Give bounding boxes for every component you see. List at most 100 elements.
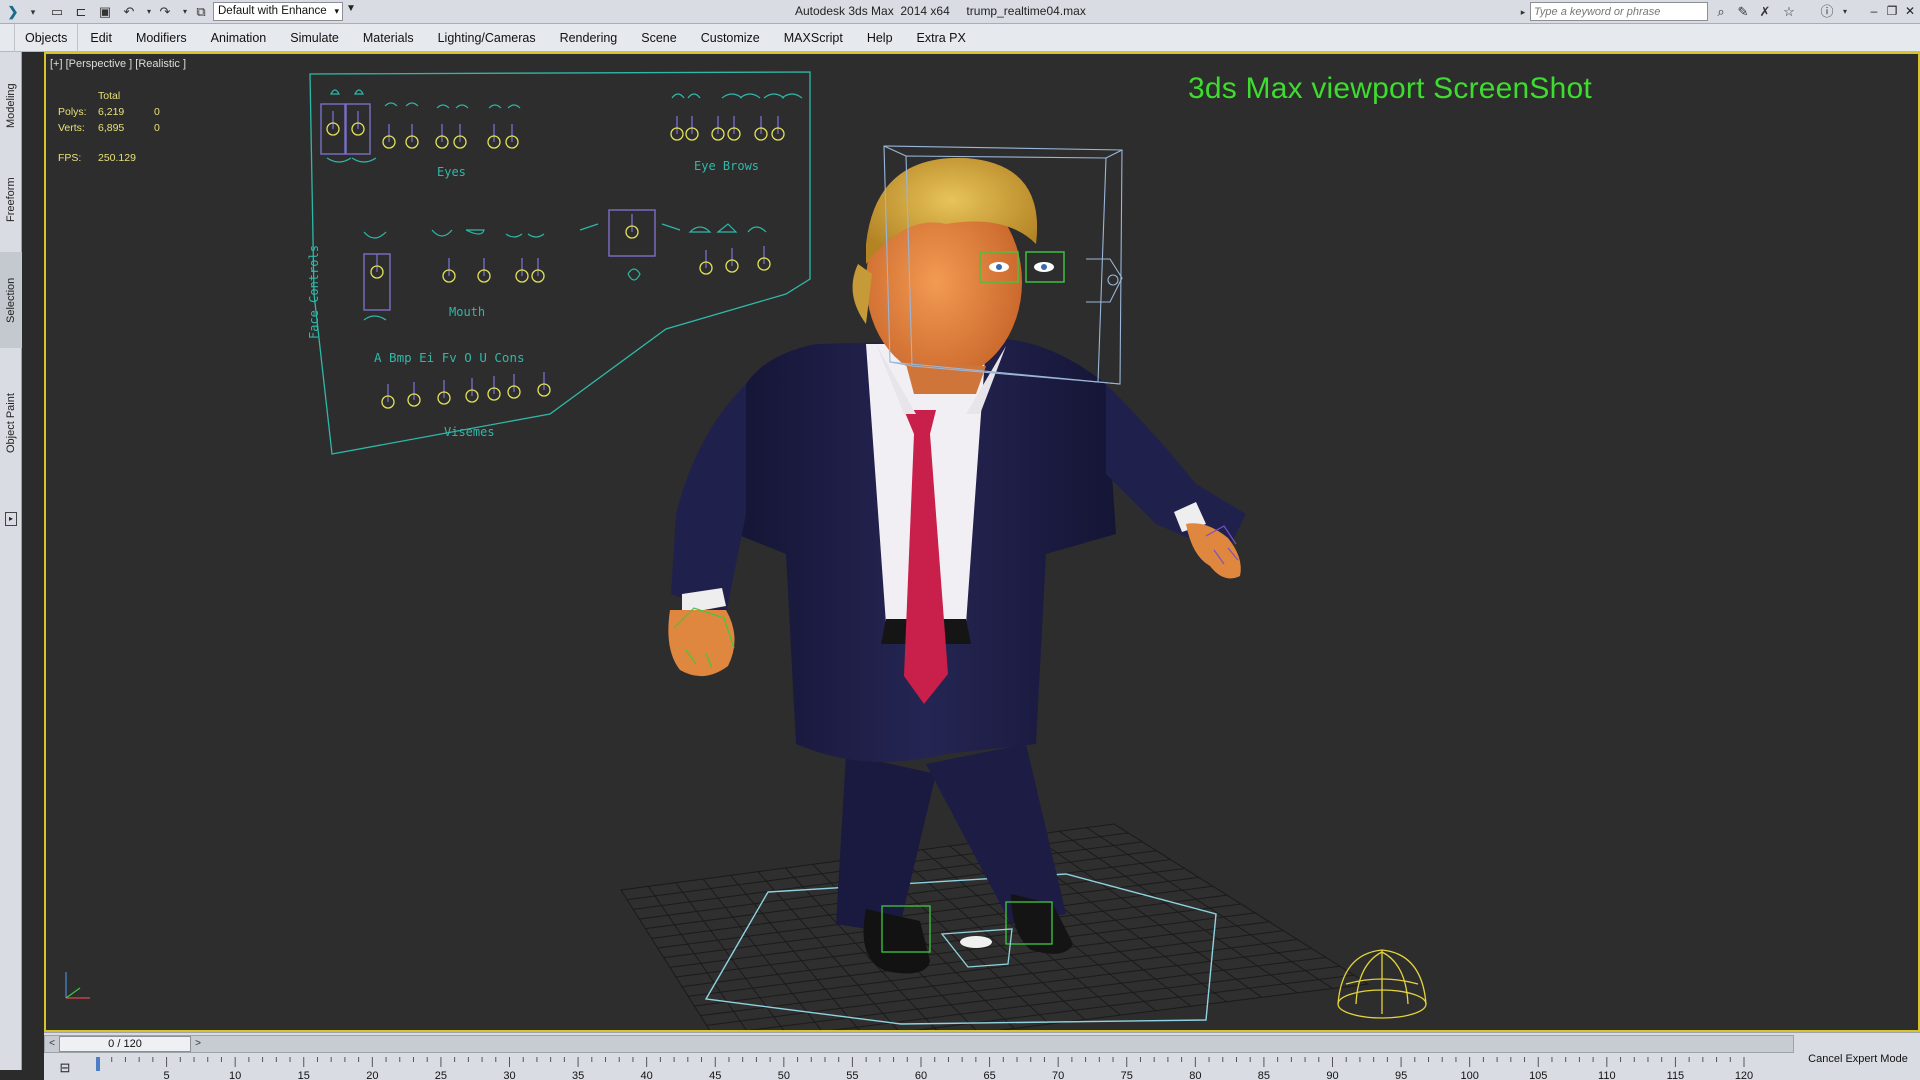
fps-value: 250.129 [98, 152, 136, 164]
menu-lighting-cameras[interactable]: Lighting/Cameras [426, 24, 548, 52]
menu-materials[interactable]: Materials [351, 24, 426, 52]
viewport-label[interactable]: [+] [Perspective ] [Realistic ] [50, 58, 186, 70]
timeline-tick-label: 55 [846, 1070, 858, 1080]
ribbon-toggle-icon[interactable]: ▸ [5, 512, 17, 526]
mouth-label: Mouth [449, 305, 485, 319]
menu-help[interactable]: Help [855, 24, 905, 52]
time-slider-thumb[interactable]: 0 / 120 [59, 1036, 191, 1052]
timeline-tick-label: 10 [229, 1070, 241, 1080]
time-slider[interactable]: < 0 / 120 > [44, 1035, 1794, 1053]
menu-extra-px[interactable]: Extra PX [905, 24, 978, 52]
timeline-tick-label: 110 [1598, 1070, 1616, 1080]
chevron-down-icon: ▾ [334, 6, 339, 16]
help-dropdown-icon[interactable]: ▾ [1836, 3, 1854, 21]
app-logo-icon[interactable]: ❯ [4, 3, 22, 21]
timeline-tick-label: 15 [298, 1070, 310, 1080]
timeline-tick-label: 50 [778, 1070, 790, 1080]
timeline-tick-label: 80 [1189, 1070, 1201, 1080]
communication-icon[interactable]: ✎ [1734, 3, 1752, 21]
ribbon-tab-modeling[interactable]: Modeling [0, 66, 22, 146]
menu-animation[interactable]: Animation [199, 24, 279, 52]
app-menu-chevron-down-icon[interactable]: ▾ [24, 3, 42, 21]
menu-modifiers[interactable]: Modifiers [124, 24, 199, 52]
verts-label: Verts: [58, 122, 85, 134]
redo-icon[interactable]: ↷ [156, 3, 174, 21]
timeline-tick-label: 120 [1735, 1070, 1753, 1080]
next-frame-icon[interactable]: > [191, 1036, 205, 1052]
axis-tripod [65, 972, 90, 999]
timeline-tick-label: 105 [1529, 1070, 1547, 1080]
open-file-icon[interactable]: ⊏ [72, 3, 90, 21]
timeline-tick-label: 35 [572, 1070, 584, 1080]
eye-brows-label: Eye Brows [694, 159, 759, 173]
timeline-tick-label: 40 [641, 1070, 653, 1080]
menu-scene[interactable]: Scene [629, 24, 688, 52]
track-bar[interactable]: 5 10 15 20 25 30 35 40 45 50 55 60 65 70 75 80 85 90 95 100… [44, 1055, 1794, 1080]
perspective-viewport[interactable]: Eyes Eye Brows Mouth A Bmp Ei Fv O U Con… [44, 52, 1920, 1032]
face-controls-label: Face Controls [307, 245, 321, 339]
visemes-header: A Bmp Ei Fv O U Cons [374, 350, 525, 365]
timeline-tick-label: 5 [164, 1070, 170, 1080]
timeline-tick-label: 115 [1667, 1070, 1685, 1080]
workspace-selector[interactable]: Default with Enhance ▾ [213, 2, 343, 21]
viewport-statistics: Total Polys: 6,219 0 Verts: 6,895 0 FPS:… [58, 88, 160, 166]
timeline-tick-label: 85 [1258, 1070, 1270, 1080]
viewport-scene: Eyes Eye Brows Mouth A Bmp Ei Fv O U Con… [65, 71, 1427, 1030]
cancel-expert-mode-button[interactable]: Cancel Expert Mode [1796, 1047, 1920, 1071]
title-bar: ❯ ▾ ▭ ⊏ ▣ ↶ ▾ ↷ ▾ ⧉ Default with Enhance… [0, 0, 1920, 24]
timeline-tick-label: 45 [709, 1070, 721, 1080]
menu-maxscript[interactable]: MAXScript [772, 24, 855, 52]
polys-label: Polys: [58, 106, 87, 118]
exchange-icon[interactable]: ✗ [1756, 3, 1774, 21]
visemes-label: Visemes [444, 425, 495, 439]
face-control-labels: Eyes Eye Brows Mouth A Bmp Ei Fv O U Con… [307, 159, 759, 439]
fps-label: FPS: [58, 152, 82, 164]
eyes-label: Eyes [437, 165, 466, 179]
favorites-star-icon[interactable]: ☆ [1780, 3, 1798, 21]
root-marker[interactable] [960, 936, 992, 948]
menu-simulate[interactable]: Simulate [278, 24, 351, 52]
timeline-tick-label: 25 [435, 1070, 447, 1080]
menu-bar: Objects Edit Modifiers Animation Simulat… [0, 24, 1920, 52]
new-file-icon[interactable]: ▭ [48, 3, 66, 21]
polys-selected: 0 [154, 106, 160, 118]
search-input[interactable] [1530, 2, 1708, 21]
ribbon-tab-object-paint[interactable]: Object Paint [0, 348, 22, 498]
ribbon-tab-freeform[interactable]: Freeform [0, 160, 22, 240]
close-icon[interactable]: ✕ [1902, 3, 1918, 19]
menu-edit[interactable]: Edit [78, 24, 124, 52]
menu-rendering[interactable]: Rendering [548, 24, 630, 52]
search-binoculars-icon[interactable]: ⌕ [1712, 3, 1730, 21]
previous-frame-icon[interactable]: < [45, 1036, 59, 1052]
timeline: < 0 / 120 > ⊟ 5 10 15 20 25 30 35 40 45 50 55 60 65 7… [44, 1032, 1920, 1080]
minimize-icon[interactable]: – [1866, 3, 1882, 19]
undo-icon[interactable]: ↶ [120, 3, 138, 21]
workspace-label: Default with Enhance [218, 5, 327, 17]
quick-access-dropdown-icon[interactable]: ▼ [346, 3, 356, 14]
menu-objects[interactable]: Objects [14, 24, 79, 52]
timeline-tick-label: 70 [1052, 1070, 1064, 1080]
timeline-tick-label: 100 [1460, 1070, 1478, 1080]
save-icon[interactable]: ▣ [96, 3, 114, 21]
restore-icon[interactable]: ❐ [1884, 3, 1900, 19]
timeline-tick-label: 65 [983, 1070, 995, 1080]
window-title: Autodesk 3ds Max 2014 x64 trump_realtime… [795, 4, 1086, 18]
menu-customize[interactable]: Customize [689, 24, 772, 52]
timeline-tick-label: 30 [503, 1070, 515, 1080]
menu-items: Objects Edit Modifiers Animation Simulat… [14, 24, 978, 52]
timeline-tick-label: 75 [1121, 1070, 1133, 1080]
current-frame-marker[interactable] [96, 1057, 100, 1071]
polys-total: 6,219 [98, 106, 125, 118]
left-ribbon: Modeling Freeform Selection Object Paint… [0, 52, 22, 1070]
help-icon[interactable]: ⓘ [1818, 3, 1836, 21]
timeline-tick-label: 95 [1395, 1070, 1407, 1080]
face-control-glyphs [326, 89, 803, 321]
project-folder-icon[interactable]: ⧉ [192, 3, 210, 21]
stats-header: Total [98, 90, 121, 102]
timeline-tick-label: 20 [366, 1070, 378, 1080]
overlay-title: 3ds Max viewport ScreenShot [1188, 72, 1592, 105]
verts-selected: 0 [154, 122, 160, 134]
ribbon-tab-selection[interactable]: Selection [0, 252, 22, 348]
timeline-tick-label: 60 [915, 1070, 927, 1080]
eye-controls[interactable] [320, 103, 656, 311]
